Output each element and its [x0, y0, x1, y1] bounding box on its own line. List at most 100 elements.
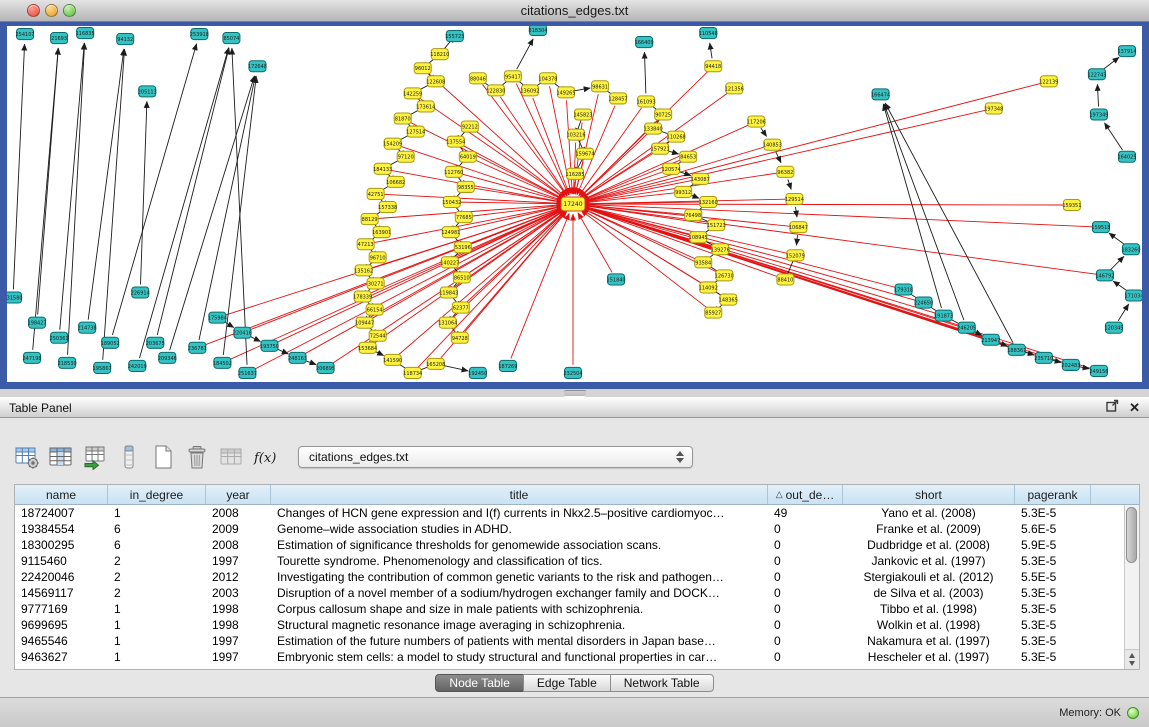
- network-node[interactable]: 122743: [1087, 69, 1106, 80]
- table-cell[interactable]: 1997: [206, 633, 271, 649]
- network-node[interactable]: 166474: [871, 89, 890, 100]
- network-node[interactable]: 128457: [609, 93, 628, 104]
- network-node[interactable]: 120574: [662, 163, 681, 174]
- network-node[interactable]: 157338: [378, 201, 397, 212]
- table-cell[interactable]: Jankovic et al. (1997): [843, 553, 1015, 569]
- table-cell[interactable]: 9699695: [15, 617, 108, 633]
- table-cell[interactable]: 1: [108, 617, 206, 633]
- minimize-window-button[interactable]: [45, 4, 58, 17]
- network-node[interactable]: 139276: [711, 244, 730, 255]
- network-node[interactable]: 98355: [457, 181, 474, 192]
- table-row[interactable]: 911546021997Tourette syndrome. Phenomeno…: [15, 553, 1124, 569]
- network-node[interactable]: 104378: [538, 73, 557, 84]
- table-cell[interactable]: 1998: [206, 601, 271, 617]
- network-node[interactable]: 116285: [565, 168, 584, 179]
- network-node[interactable]: 85074: [223, 33, 240, 44]
- network-node[interactable]: 214738: [78, 322, 97, 333]
- network-node[interactable]: 95417: [504, 71, 521, 82]
- close-window-button[interactable]: [27, 4, 40, 17]
- network-node[interactable]: 106847: [789, 222, 808, 233]
- table-cell[interactable]: 9465546: [15, 633, 108, 649]
- network-node[interactable]: 155723: [445, 31, 464, 42]
- column-header-short[interactable]: short: [843, 485, 1015, 504]
- network-node[interactable]: 122608: [426, 76, 445, 87]
- table-cell[interactable]: 0: [768, 601, 843, 617]
- table-cell[interactable]: Investigating the contribution of common…: [271, 569, 768, 585]
- network-node[interactable]: 88129: [361, 214, 378, 225]
- column-header-title[interactable]: title: [271, 485, 768, 504]
- table-cell[interactable]: 1998: [206, 617, 271, 633]
- network-node[interactable]: 250361: [50, 332, 69, 343]
- network-node[interactable]: 135162: [354, 265, 373, 276]
- network-node[interactable]: 133840: [644, 123, 663, 134]
- table-cell[interactable]: Hescheler et al. (1997): [843, 649, 1015, 665]
- function-builder-button[interactable]: f(x): [250, 442, 280, 472]
- network-node[interactable]: 109447: [355, 317, 374, 328]
- table-cell[interactable]: 2012: [206, 569, 271, 585]
- network-node[interactable]: 99312: [675, 186, 692, 197]
- table-cell[interactable]: 1: [108, 633, 206, 649]
- network-node[interactable]: 197349: [1089, 109, 1108, 120]
- network-node[interactable]: 151723: [707, 220, 726, 231]
- network-node[interactable]: 141590: [383, 354, 402, 365]
- table-cell[interactable]: 0: [768, 537, 843, 553]
- network-node[interactable]: 122830: [486, 85, 505, 96]
- network-node[interactable]: 92212: [461, 121, 478, 132]
- network-node[interactable]: 124981: [441, 227, 460, 238]
- network-node[interactable]: 114092: [699, 282, 718, 293]
- network-node[interactable]: 183260: [1121, 244, 1140, 255]
- network-node[interactable]: 159351: [1062, 199, 1081, 210]
- network-node[interactable]: 152079: [786, 250, 805, 261]
- network-node[interactable]: 129514: [785, 193, 804, 204]
- network-node[interactable]: 231580: [7, 292, 23, 303]
- network-node[interactable]: 202483: [1061, 359, 1080, 370]
- table-cell[interactable]: 0: [768, 553, 843, 569]
- table-cell[interactable]: 2: [108, 585, 206, 601]
- table-cell[interactable]: 2003: [206, 585, 271, 601]
- table-cell[interactable]: 6: [108, 537, 206, 553]
- table-row[interactable]: 977716911998Corpus callosum shape and si…: [15, 601, 1124, 617]
- table-cell[interactable]: Yano et al. (2008): [843, 505, 1015, 521]
- import-table-button[interactable]: [80, 442, 110, 472]
- network-node[interactable]: 178339: [353, 291, 372, 302]
- table-row[interactable]: 1938455462009Genome–wide association stu…: [15, 521, 1124, 537]
- network-node[interactable]: 150432: [442, 196, 461, 207]
- network-node[interactable]: 94418: [705, 61, 722, 72]
- network-node[interactable]: 118734: [403, 367, 422, 378]
- table-row[interactable]: 969969511998Structural magnetic resonanc…: [15, 617, 1124, 633]
- network-node[interactable]: 213947: [981, 334, 1000, 345]
- network-node[interactable]: 224650: [914, 297, 933, 308]
- network-node[interactable]: 818304: [528, 26, 547, 36]
- network-node[interactable]: 116835: [76, 28, 95, 39]
- table-row[interactable]: 946554611997Estimation of the future num…: [15, 633, 1124, 649]
- table-cell[interactable]: 5.9E-5: [1015, 537, 1091, 553]
- table-cell[interactable]: 2: [108, 569, 206, 585]
- network-node[interactable]: 96012: [414, 63, 431, 74]
- network-node[interactable]: 246205: [957, 322, 976, 333]
- table-cell[interactable]: 9463627: [15, 649, 108, 665]
- network-node[interactable]: 122139: [1039, 76, 1058, 87]
- scroll-down-icon[interactable]: [1129, 661, 1135, 666]
- table-cell[interactable]: Tibbo et al. (1998): [843, 601, 1015, 617]
- network-node[interactable]: 191873: [934, 310, 953, 321]
- network-node[interactable]: 235710: [1034, 352, 1053, 363]
- table-cell[interactable]: 1997: [206, 649, 271, 665]
- network-node[interactable]: 108945: [689, 232, 708, 243]
- tab-network-table[interactable]: Network Table: [610, 674, 714, 692]
- network-node[interactable]: 192450: [468, 367, 487, 378]
- table-cell[interactable]: 0: [768, 585, 843, 601]
- network-node[interactable]: 173614: [416, 101, 435, 112]
- column-header-out-de[interactable]: △out_de…: [768, 485, 843, 504]
- table-cell[interactable]: Genome–wide association studies in ADHD.: [271, 521, 768, 537]
- network-node[interactable]: 137554: [446, 136, 465, 147]
- network-node[interactable]: 163901: [372, 227, 391, 238]
- network-node[interactable]: 172648: [248, 61, 267, 72]
- table-settings-button[interactable]: [12, 442, 42, 472]
- network-node[interactable]: 106682: [386, 176, 405, 187]
- table-cell[interactable]: Wolkin et al. (1998): [843, 617, 1015, 633]
- network-node[interactable]: 159674: [575, 148, 594, 159]
- network-node[interactable]: 145823: [573, 109, 592, 120]
- network-node[interactable]: 131064: [438, 317, 457, 328]
- network-node[interactable]: 164025: [1117, 151, 1136, 162]
- panel-splitter[interactable]: [0, 389, 1149, 397]
